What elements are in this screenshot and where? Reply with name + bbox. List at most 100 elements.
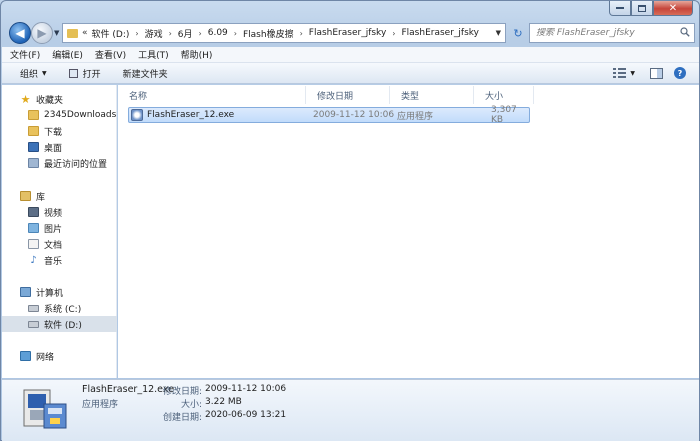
breadcrumb-separator[interactable]: › bbox=[199, 29, 202, 38]
address-overflow[interactable]: « bbox=[82, 28, 88, 38]
nav-item-2345downloads[interactable]: 2345Downloads bbox=[2, 107, 117, 123]
breadcrumb-separator[interactable]: › bbox=[169, 29, 172, 38]
file-name-cell: FlashEraser_12.exe bbox=[131, 108, 234, 122]
help-button[interactable]: ? bbox=[671, 65, 689, 81]
breadcrumb-jfsky-2[interactable]: FlashEraser_jfsky bbox=[401, 28, 479, 38]
file-type: 应用程序 bbox=[397, 111, 434, 122]
nav-libraries[interactable]: 库 bbox=[2, 188, 117, 204]
search-icon[interactable] bbox=[680, 27, 690, 37]
column-header-type[interactable]: 类型 bbox=[390, 86, 474, 104]
change-view-button[interactable] bbox=[610, 65, 628, 81]
recent-places-icon bbox=[28, 158, 39, 168]
installer-icon bbox=[23, 389, 67, 429]
file-size: 3,307 KB bbox=[491, 105, 517, 125]
breadcrumb-separator[interactable]: › bbox=[392, 29, 395, 38]
breadcrumb-separator[interactable]: › bbox=[300, 29, 303, 38]
nav-computer[interactable]: 计算机 bbox=[2, 284, 117, 300]
nav-item-drive-d[interactable]: 软件 (D:) bbox=[2, 316, 117, 332]
downloads-folder-icon bbox=[28, 126, 39, 136]
help-icon: ? bbox=[674, 67, 686, 79]
close-button[interactable]: ✕ bbox=[653, 1, 693, 16]
column-header-name[interactable]: 名称 bbox=[118, 86, 306, 104]
view-dropdown-icon[interactable]: ▼ bbox=[630, 70, 635, 77]
menu-file[interactable]: 文件(F) bbox=[10, 48, 40, 61]
nav-item-videos[interactable]: 视频 bbox=[2, 204, 117, 220]
nav-item-desktop[interactable]: 桌面 bbox=[2, 139, 117, 155]
nav-item-label: 音乐 bbox=[44, 256, 63, 267]
explorer-window: ✕ ◀ ▶ ▼ « 软件 (D:) › 游戏 › 6月 › 6.09 › Fla… bbox=[0, 0, 700, 441]
pictures-icon bbox=[28, 223, 39, 233]
breadcrumb-d-drive[interactable]: 软件 (D:) bbox=[92, 27, 130, 40]
search-box[interactable] bbox=[529, 23, 695, 43]
new-folder-label: 新建文件夹 bbox=[122, 69, 168, 80]
navigation-bar: ◀ ▶ ▼ « 软件 (D:) › 游戏 › 6月 › 6.09 › Flash… bbox=[7, 21, 697, 47]
refresh-button[interactable]: ↻ bbox=[509, 23, 527, 43]
nav-item-label: 软件 (D:) bbox=[44, 320, 82, 331]
nav-favorites[interactable]: ★ 收藏夹 bbox=[2, 91, 117, 107]
breadcrumb-6-09[interactable]: 6.09 bbox=[208, 28, 228, 38]
nav-item-documents[interactable]: 文档 bbox=[2, 236, 117, 252]
nav-item-downloads[interactable]: 下载 bbox=[2, 123, 117, 139]
file-name: FlashEraser_12.exe bbox=[147, 110, 235, 120]
nav-network-label: 网络 bbox=[36, 352, 55, 363]
nav-item-label: 文档 bbox=[44, 240, 63, 251]
new-folder-button[interactable]: 新建文件夹 bbox=[115, 63, 176, 84]
nav-item-drive-c[interactable]: 系统 (C:) bbox=[2, 300, 117, 316]
nav-libraries-label: 库 bbox=[36, 192, 46, 203]
back-button[interactable]: ◀ bbox=[9, 22, 31, 44]
column-header-size[interactable]: 大小 bbox=[474, 86, 534, 104]
network-icon bbox=[20, 351, 31, 361]
details-modified-label: 修改日期: bbox=[162, 387, 202, 397]
breadcrumb-flash-eraser[interactable]: Flash橡皮擦 bbox=[243, 27, 294, 40]
search-input[interactable] bbox=[536, 28, 676, 38]
nav-item-label: 视频 bbox=[44, 208, 63, 219]
caption-buttons: ✕ bbox=[609, 1, 693, 16]
nav-item-recent-places[interactable]: 最近访问的位置 bbox=[2, 155, 117, 171]
preview-pane-button[interactable] bbox=[647, 65, 665, 81]
file-row[interactable]: FlashEraser_12.exe 2009-11-12 10:06 应用程序… bbox=[128, 105, 530, 125]
breadcrumb-separator[interactable]: › bbox=[135, 29, 138, 38]
menu-help[interactable]: 帮助(H) bbox=[181, 48, 213, 61]
file-list-view: 名称 修改日期 类型 大小 FlashEraser_12.exe 2009-11… bbox=[118, 85, 699, 378]
organize-button[interactable]: 组织 ▼ bbox=[12, 63, 55, 84]
address-dropdown-icon[interactable]: ▼ bbox=[496, 29, 501, 37]
breadcrumb-games[interactable]: 游戏 bbox=[145, 27, 163, 40]
nav-item-pictures[interactable]: 图片 bbox=[2, 220, 117, 236]
computer-icon bbox=[20, 287, 31, 297]
documents-icon bbox=[28, 239, 39, 249]
menu-tools[interactable]: 工具(T) bbox=[138, 48, 169, 61]
menu-edit[interactable]: 编辑(E) bbox=[52, 48, 83, 61]
view-list-icon bbox=[612, 68, 626, 78]
file-modified: 2009-11-12 10:06 bbox=[313, 110, 395, 120]
breadcrumb-separator[interactable]: › bbox=[234, 29, 237, 38]
details-created-value: 2020-06-09 13:21 bbox=[205, 410, 287, 420]
column-header-label: 修改日期 bbox=[317, 91, 354, 102]
open-button[interactable]: 打开 bbox=[61, 63, 109, 84]
details-pane: FlashEraser_12.exe 应用程序 修改日期: 2009-11-12… bbox=[2, 379, 699, 441]
menu-view[interactable]: 查看(V) bbox=[95, 48, 126, 61]
forward-button[interactable]: ▶ bbox=[31, 22, 53, 44]
details-size-label: 大小: bbox=[180, 400, 202, 410]
back-arrow-icon: ◀ bbox=[15, 26, 25, 40]
navigation-pane: ★ 收藏夹 2345Downloads 下载 桌面 最近访问的位置 库 视频 图… bbox=[2, 85, 117, 378]
breadcrumb-june[interactable]: 6月 bbox=[178, 27, 193, 40]
videos-icon bbox=[28, 207, 39, 217]
open-label: 打开 bbox=[82, 69, 101, 80]
details-file-type: 应用程序 bbox=[82, 400, 119, 410]
refresh-icon: ↻ bbox=[513, 26, 523, 40]
nav-item-music[interactable]: ♪ 音乐 bbox=[2, 252, 117, 268]
breadcrumb-jfsky-1[interactable]: FlashEraser_jfsky bbox=[309, 28, 387, 38]
details-size-value: 3.22 MB bbox=[205, 397, 242, 407]
nav-item-label: 桌面 bbox=[44, 143, 63, 154]
close-icon: ✕ bbox=[668, 2, 678, 14]
nav-computer-label: 计算机 bbox=[36, 288, 64, 299]
recent-pages-dropdown[interactable]: ▼ bbox=[54, 29, 59, 37]
column-header-label: 大小 bbox=[485, 91, 504, 102]
address-bar[interactable]: « 软件 (D:) › 游戏 › 6月 › 6.09 › Flash橡皮擦 › … bbox=[62, 23, 506, 43]
music-icon: ♪ bbox=[30, 254, 37, 266]
favorites-star-icon: ★ bbox=[20, 92, 31, 106]
nav-network[interactable]: 网络 bbox=[2, 348, 117, 364]
column-header-modified[interactable]: 修改日期 bbox=[306, 86, 390, 104]
minimize-button[interactable] bbox=[609, 1, 631, 16]
maximize-button[interactable] bbox=[631, 1, 653, 16]
